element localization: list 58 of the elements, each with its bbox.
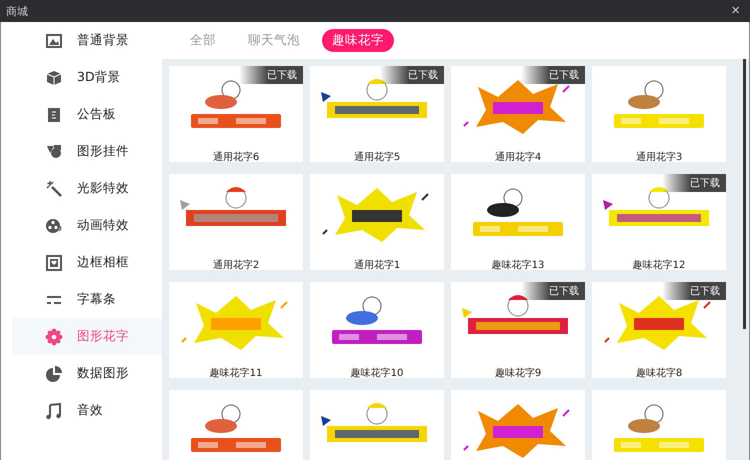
- sticker-card[interactable]: 已下载 趣味花字9: [451, 282, 585, 378]
- sticker-card[interactable]: 趣味花字11: [169, 282, 303, 378]
- sticker-card[interactable]: [310, 390, 444, 460]
- close-button[interactable]: ×: [727, 2, 744, 20]
- sticker-card[interactable]: 已下载 趣味花字8: [592, 282, 726, 378]
- sidebar-item[interactable]: 动画特效: [12, 207, 162, 244]
- sidebar-item[interactable]: 字幕条: [12, 281, 162, 318]
- sticker-name: 趣味花字12: [632, 258, 686, 272]
- magic-wand-icon: [45, 180, 63, 198]
- sidebar-item[interactable]: 公告板: [12, 96, 162, 133]
- scrollbar[interactable]: [743, 59, 746, 329]
- board-icon: [45, 106, 63, 124]
- sticker-card[interactable]: [592, 390, 726, 460]
- sticker-card[interactable]: 已下载 通用花字6: [169, 66, 303, 162]
- image-icon: [45, 32, 63, 50]
- downloaded-badge: 已下载: [239, 66, 303, 84]
- sticker-name: 趣味花字11: [210, 366, 262, 380]
- sidebar-item[interactable]: 3D背景: [12, 59, 162, 96]
- downloaded-badge: 已下载: [521, 66, 585, 84]
- shapes-icon: [45, 142, 63, 160]
- music-note-icon: [45, 402, 63, 420]
- downloaded-badge: 已下载: [662, 174, 726, 192]
- downloaded-badge: 已下载: [521, 282, 585, 300]
- sidebar-item[interactable]: 图形挂件: [12, 133, 162, 170]
- frame-icon: [45, 254, 63, 272]
- sticker-card[interactable]: 已下载 通用花字4: [451, 66, 585, 162]
- sticker-name: 通用花字1: [354, 258, 400, 272]
- sticker-card[interactable]: 通用花字3: [592, 66, 726, 162]
- sticker-name: 通用花字4: [494, 150, 542, 164]
- sticker-name: 通用花字2: [212, 258, 260, 272]
- pie-chart-icon: [45, 364, 63, 382]
- sticker-card[interactable]: 已下载 趣味花字12: [592, 174, 726, 270]
- sidebar-item[interactable]: 音效: [12, 392, 162, 429]
- sticker-card[interactable]: 通用花字1: [310, 174, 444, 270]
- sidebar-item[interactable]: 光影特效: [12, 170, 162, 207]
- sticker-card[interactable]: 趣味花字13: [451, 174, 585, 270]
- category-tab[interactable]: 趣味花字: [322, 29, 394, 52]
- sticker-name: 趣味花字13: [492, 258, 544, 272]
- sticker-name: 通用花字6: [212, 150, 260, 164]
- window-title: 商城: [6, 4, 28, 18]
- cube-icon: [45, 68, 63, 86]
- downloaded-badge: 已下载: [380, 66, 444, 84]
- sticker-card[interactable]: [451, 390, 585, 460]
- sticker-name: 趣味花字10: [350, 366, 404, 380]
- film-reel-icon: [45, 216, 63, 234]
- sidebar-item[interactable]: 边框相框: [12, 244, 162, 281]
- sticker-card[interactable]: 趣味花字10: [310, 282, 444, 378]
- sticker-name: 趣味花字9: [494, 366, 542, 380]
- sidebar-item[interactable]: 普通背景: [12, 22, 162, 59]
- sticker-name: 通用花字5: [354, 150, 400, 164]
- downloaded-badge: 已下载: [662, 282, 726, 300]
- sticker-card[interactable]: 已下载 通用花字5: [310, 66, 444, 162]
- sticker-name: 通用花字3: [636, 150, 682, 164]
- flower-icon: [45, 328, 63, 346]
- sticker-card[interactable]: [169, 390, 303, 460]
- sticker-name: 趣味花字8: [636, 366, 682, 380]
- sticker-card[interactable]: 通用花字2: [169, 174, 303, 270]
- sidebar-item[interactable]: 数据图形: [12, 355, 162, 392]
